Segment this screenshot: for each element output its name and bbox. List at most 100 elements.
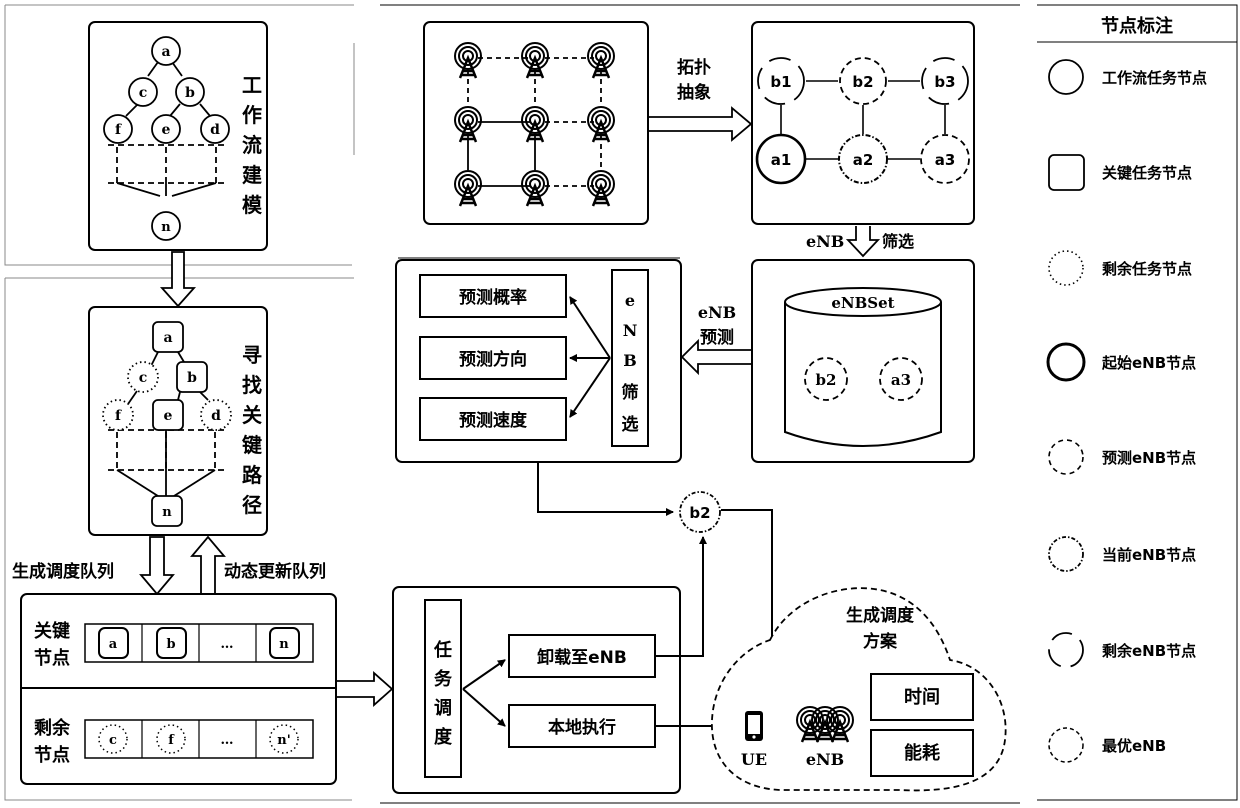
critical-node: b (176, 361, 208, 393)
workflow-node: c (128, 77, 158, 107)
svg-text:c: c (139, 85, 148, 101)
enbset-panel: eNBSet b2 a3 (751, 259, 975, 463)
svg-text:n: n (279, 637, 289, 652)
svg-text:f: f (115, 408, 122, 424)
svg-text:…: … (221, 637, 234, 652)
svg-text:剩余: 剩余 (34, 717, 71, 739)
hollow-arrow-right (337, 670, 394, 708)
svg-text:务: 务 (434, 668, 453, 690)
workflow-modeling-panel: a c b f e d n 工 作 流 建 模 (88, 21, 268, 251)
svg-text:a1: a1 (771, 151, 792, 169)
critical-path-panel: a c b f e d n 寻 找 关 键 路 径 (88, 306, 268, 536)
workflow-title: 工 作 流 建 模 (242, 73, 263, 217)
svg-text:N: N (623, 321, 638, 340)
legend-item: 工作流任务节点 (1048, 59, 1207, 95)
svg-text:生成调度: 生成调度 (846, 605, 915, 626)
legend-title: 节点标注 (1101, 15, 1173, 37)
svg-text:作: 作 (242, 103, 262, 127)
connector-line (537, 462, 674, 516)
svg-text:c: c (139, 370, 148, 386)
legend-item: 剩余eNB节点 (1048, 632, 1196, 668)
svg-text:剩余eNB节点: 剩余eNB节点 (1102, 642, 1196, 660)
svg-text:起始eNB节点: 起始eNB节点 (1101, 354, 1196, 372)
ue-label: UE (741, 750, 767, 769)
queue-cell: … (221, 733, 234, 748)
queue-cell: n' (269, 724, 299, 754)
svg-text:b: b (187, 370, 197, 386)
queue-cell: … (221, 637, 234, 652)
svg-text:选: 选 (622, 415, 639, 435)
svg-text:n': n' (277, 733, 290, 748)
legend-item: 最优eNB (1048, 727, 1166, 763)
svg-text:n: n (162, 505, 172, 520)
enbset-node: a3 (879, 357, 923, 401)
svg-text:最优eNB: 最优eNB (1102, 737, 1166, 755)
remaining-node: f (102, 399, 134, 431)
enb-label: eNB (806, 750, 844, 769)
legend-panel: 节点标注 工作流任务节点 关键任务节点 剩余任务节点 起始eNB节点 预测eNB… (1046, 15, 1207, 763)
critical-node: e (152, 399, 184, 431)
svg-text:e: e (164, 408, 173, 424)
workflow-node: f (103, 114, 133, 144)
svg-text:节点: 节点 (34, 744, 70, 766)
hollow-arrow-down (159, 251, 197, 308)
generate-queue-label: 生成调度队列 (12, 561, 114, 582)
workflow-node: n (151, 211, 181, 241)
svg-text:a: a (109, 637, 118, 652)
svg-text:a: a (161, 44, 170, 60)
svg-text:流: 流 (242, 133, 262, 157)
dynamic-update-arrow (190, 535, 226, 595)
svg-text:路: 路 (242, 463, 263, 487)
svg-text:b2: b2 (689, 504, 710, 522)
legend-item: 关键任务节点 (1048, 154, 1192, 191)
svg-text:剩余任务节点: 剩余任务节点 (1102, 260, 1192, 278)
topology-label: 拓扑 (677, 57, 711, 78)
queue-cell: c (98, 724, 128, 754)
workflow-node: a (151, 36, 181, 66)
svg-text:模: 模 (242, 193, 263, 217)
svg-text:b3: b3 (934, 73, 955, 91)
workflow-node: b (175, 77, 205, 107)
legend-item: 预测eNB节点 (1048, 439, 1196, 475)
predict-speed: 预测速度 (459, 410, 528, 431)
metric-energy: 能耗 (904, 742, 940, 764)
selected-enb-node: b2 (679, 491, 721, 533)
hollow-arrow-right (649, 106, 753, 142)
critical-node: a (152, 321, 184, 353)
svg-text:a: a (163, 330, 172, 346)
topology-label: 抽象 (677, 82, 711, 103)
svg-text:a3: a3 (935, 151, 956, 169)
legend-item: 剩余任务节点 (1048, 250, 1192, 286)
svg-text:关键: 关键 (34, 620, 70, 642)
svg-text:f: f (115, 122, 122, 138)
svg-text:a2: a2 (853, 151, 874, 169)
svg-text:a3: a3 (891, 371, 911, 389)
svg-text:b2: b2 (816, 371, 837, 389)
topology-node: a1 (755, 133, 807, 185)
enb-filter-label: eNB (806, 232, 844, 251)
svg-text:调: 调 (434, 698, 452, 719)
task-scheduling-panel: 任 务 调 度 卸载至eNB 本地执行 (392, 586, 681, 794)
svg-text:b: b (185, 85, 195, 101)
diagram-canvas: a c b f e d n 工 作 流 建 模 a c b f e d n 寻 … (4, 4, 1238, 804)
svg-text:b: b (166, 637, 175, 652)
svg-text:关: 关 (242, 403, 262, 427)
queue-cell: b (156, 627, 187, 659)
topology-node: b1 (757, 57, 805, 105)
svg-text:径: 径 (242, 493, 262, 517)
legend-item: 当前eNB节点 (1048, 536, 1196, 572)
queue-cell: n (269, 627, 300, 659)
svg-text:b1: b1 (770, 73, 791, 91)
enbset-node: b2 (804, 357, 848, 401)
svg-text:B: B (623, 351, 637, 370)
svg-text:e: e (162, 122, 171, 138)
enb-grid-panel (423, 21, 649, 225)
queue-cell: a (98, 627, 129, 659)
generate-queue-arrow (139, 536, 175, 596)
topology-node: b2 (839, 57, 887, 105)
critical-node: n (151, 495, 183, 527)
svg-text:c: c (109, 733, 117, 748)
svg-text:筛: 筛 (622, 382, 639, 403)
remaining-node: c (127, 361, 159, 393)
svg-text:d: d (211, 408, 221, 424)
